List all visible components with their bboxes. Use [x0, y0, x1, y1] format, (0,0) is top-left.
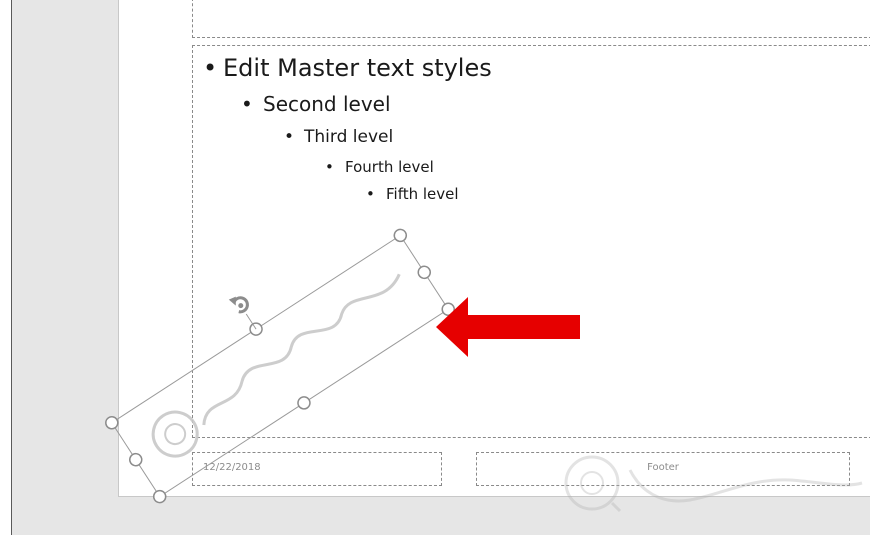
selected-rotated-textbox[interactable]	[84, 197, 457, 505]
resize-handle-top-right[interactable]	[392, 227, 409, 244]
watermark-shape-icon	[151, 273, 401, 458]
rotate-icon[interactable]	[228, 296, 249, 314]
resize-handle-bottom-left[interactable]	[151, 488, 168, 505]
watermark-logo-icon	[564, 455, 863, 513]
slide-overlay	[84, 197, 863, 513]
resize-handle-right[interactable]	[416, 264, 433, 281]
resize-handle-top[interactable]	[248, 321, 265, 338]
arrow-left-icon	[436, 297, 580, 357]
resize-handle-left[interactable]	[127, 451, 144, 468]
resize-handle-top-left[interactable]	[103, 414, 120, 431]
resize-handle-bottom[interactable]	[296, 395, 313, 412]
